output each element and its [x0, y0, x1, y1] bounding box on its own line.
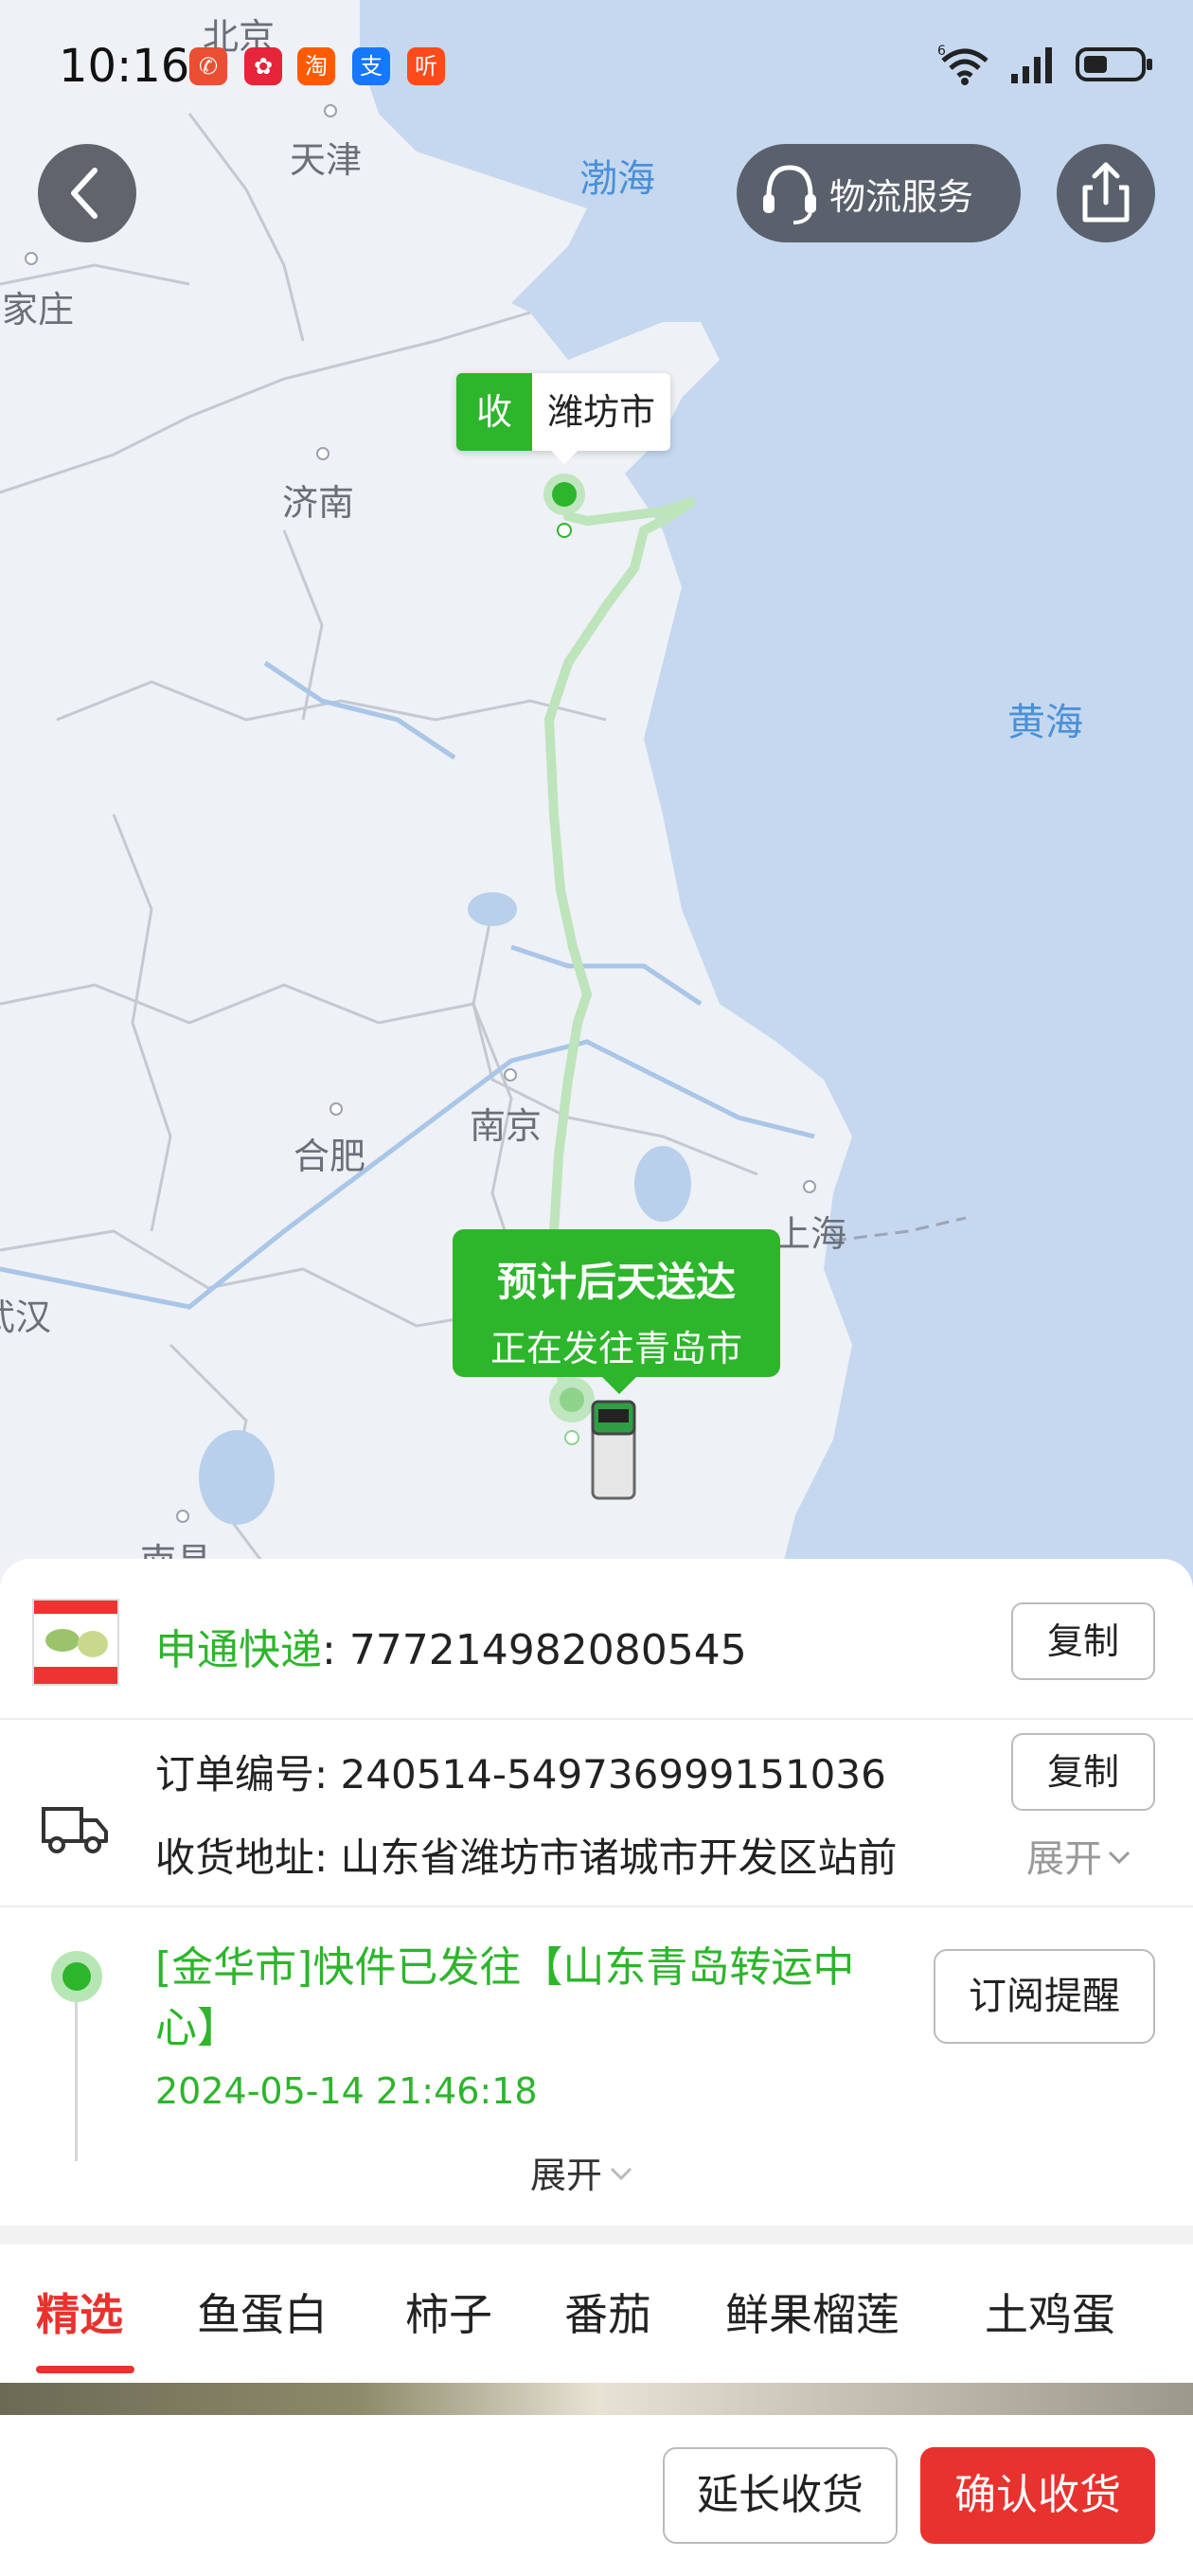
copy-tracking-button[interactable]: 复制 — [1011, 1602, 1155, 1680]
wifi-icon: 6 — [937, 44, 988, 85]
city-dot-jinan — [316, 447, 329, 460]
address-line: 收货地址: 山东省潍坊市诸城市开发区站前 — [155, 1834, 898, 1881]
app-icon-1: ✆ — [189, 47, 227, 85]
destination-city: 潍坊市 — [547, 391, 656, 433]
courier-info: 申通快递: 777214982080545 — [155, 1616, 747, 1676]
tab-featured[interactable]: 精选 — [36, 2281, 123, 2343]
address-value: 山东省潍坊市诸城市开发区站前 — [340, 1834, 898, 1881]
eta-bubble[interactable]: 预计后天送达 正在发往青岛市 — [453, 1229, 780, 1394]
track-status-dot — [51, 1951, 102, 2002]
city-dot-shijiazhuang — [25, 252, 38, 265]
logistics-map[interactable]: 北京 天津 石家庄 济南 南京 合肥 上海 武汉 南昌 渤海 黄海 收 潍坊市 … — [0, 0, 1193, 1591]
tab-fish-protein[interactable]: 鱼蛋白 — [197, 2281, 328, 2343]
city-label-jinan: 济南 — [282, 482, 355, 524]
city-dot-nanjing — [504, 1068, 517, 1082]
svg-text:6: 6 — [937, 44, 946, 59]
product-image — [34, 1601, 117, 1684]
shipment-card: 申通快递: 777214982080545 复制 订单编号: 240514-54… — [0, 1559, 1193, 2226]
city-label-nanjing: 南京 — [470, 1105, 543, 1147]
status-time: 10:16 — [59, 40, 190, 93]
status-bar: 10:16 ✆ ✿ 淘 支 听 6 — [0, 0, 1193, 133]
courier-name: 申通快递 — [155, 1626, 322, 1674]
city-label-shijiazhuang: 石家庄 — [0, 289, 75, 331]
destination-tag: 收 潍坊市 — [456, 373, 671, 464]
tracking-number: 777214982080545 — [348, 1626, 747, 1674]
eta-title: 预计后天送达 — [496, 1259, 736, 1305]
bottom-action-bar: 延长收货 确认收货 — [0, 2415, 1193, 2576]
track-event: [金华市]快件已发往【山东青岛转运中心】 — [155, 1943, 855, 2052]
eta-subtitle: 正在发往青岛市 — [490, 1328, 742, 1369]
recommend-tabs: 精选 鱼蛋白 柿子 番茄 鲜果榴莲 土鸡蛋 — [0, 2245, 1193, 2385]
order-label: 订单编号 — [155, 1751, 315, 1798]
logistics-service-label: 物流服务 — [829, 175, 974, 218]
share-button[interactable] — [1057, 144, 1155, 242]
address-label: 收货地址 — [155, 1834, 315, 1881]
city-label-tianjin: 天津 — [290, 139, 363, 181]
expand-tracking-label: 展开 — [530, 2155, 603, 2196]
destination-tag-key: 收 — [456, 373, 532, 451]
extend-receipt-button[interactable]: 延长收货 — [663, 2447, 898, 2544]
truck-icon — [591, 1400, 636, 1500]
taobao-icon: 淘 — [297, 47, 335, 85]
back-button[interactable] — [38, 144, 136, 242]
track-timeline — [75, 2002, 78, 2161]
city-dot-hefei — [329, 1102, 343, 1116]
active-tab-indicator — [36, 2366, 134, 2373]
expand-address-label: 展开 — [1026, 1837, 1102, 1881]
tracking-row: [金华市]快件已发往【山东青岛转运中心】 2024-05-14 21:46:18… — [0, 1909, 1193, 2226]
sea-label-bohai: 渤海 — [579, 157, 655, 201]
signal-icon — [1011, 47, 1052, 83]
battery-icon — [1076, 47, 1152, 81]
listen-icon: 听 — [407, 47, 445, 85]
copy-order-button[interactable]: 复制 — [1011, 1733, 1155, 1811]
sea-label-huanghai: 黄海 — [1007, 701, 1083, 744]
destination-marker — [552, 482, 577, 507]
city-label-hefei: 合肥 — [294, 1136, 366, 1177]
courier-separator: : — [322, 1626, 349, 1674]
share-icon — [1082, 162, 1130, 223]
chevron-down-icon — [610, 2167, 632, 2181]
courier-row: 申通快递: 777214982080545 复制 — [0, 1559, 1193, 1720]
chevron-left-icon — [71, 168, 98, 219]
track-time: 2024-05-14 21:46:18 — [155, 2070, 538, 2112]
tab-tomato[interactable]: 番茄 — [564, 2281, 651, 2343]
product-thumbnail[interactable] — [32, 1599, 119, 1686]
expand-address-button[interactable]: 展开 — [1026, 1828, 1136, 1883]
tab-durian[interactable]: 鲜果榴莲 — [725, 2281, 899, 2343]
subscribe-button[interactable]: 订阅提醒 — [934, 1949, 1155, 2044]
city-dot-nanchang — [176, 1510, 189, 1523]
confirm-receipt-button[interactable]: 确认收货 — [920, 2447, 1155, 2544]
app-icon-2: ✿ — [244, 47, 282, 85]
order-row: 订单编号: 240514-549736999151036 复制 收货地址: 山东… — [0, 1722, 1193, 1907]
chevron-down-icon — [1108, 1851, 1131, 1865]
logistics-service-button[interactable]: 物流服务 — [737, 144, 1021, 242]
current-marker — [560, 1387, 584, 1412]
tab-persimmon[interactable]: 柿子 — [405, 2281, 492, 2343]
headset-icon — [763, 165, 816, 224]
city-dot-shanghai — [803, 1180, 816, 1193]
alipay-icon: 支 — [352, 47, 390, 85]
tab-eggs[interactable]: 土鸡蛋 — [985, 2281, 1115, 2343]
delivery-truck-icon — [42, 1807, 108, 1853]
city-label-wuhan: 武汉 — [0, 1297, 52, 1338]
order-number-line: 订单编号: 240514-549736999151036 — [155, 1751, 886, 1798]
city-label-shanghai: 上海 — [775, 1213, 847, 1255]
expand-tracking-button[interactable]: 展开 — [530, 2146, 640, 2198]
order-number: 240514-549736999151036 — [340, 1751, 886, 1798]
